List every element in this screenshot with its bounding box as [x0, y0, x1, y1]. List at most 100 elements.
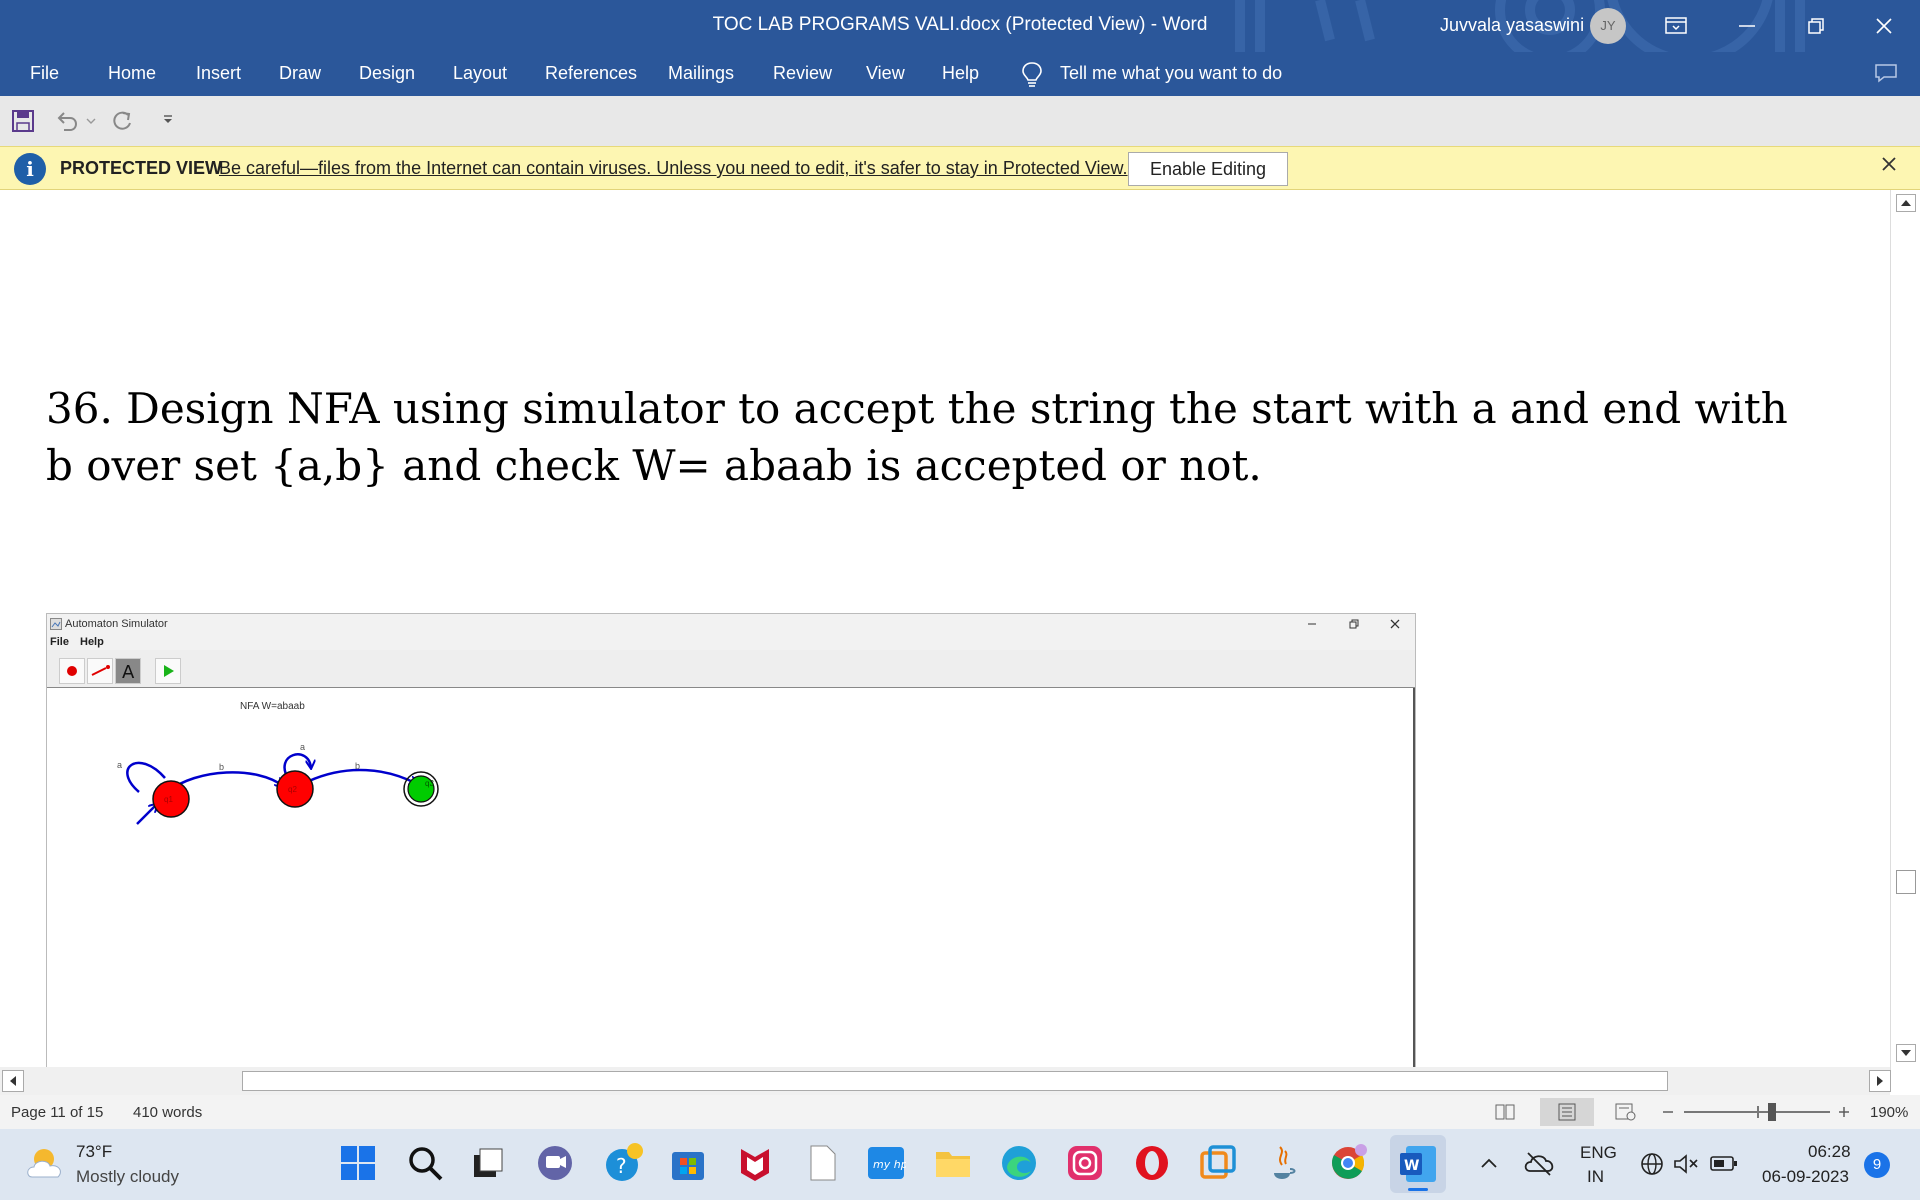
minimize-icon — [1739, 25, 1755, 27]
tab-mailings[interactable]: Mailings — [668, 63, 734, 84]
user-name[interactable]: Juvvala yasaswini — [1440, 15, 1584, 36]
protected-view-label: PROTECTED VIEW — [60, 158, 223, 178]
state-tool-icon — [67, 666, 77, 676]
tab-insert[interactable]: Insert — [196, 63, 241, 84]
notification-badge[interactable]: 9 — [1864, 1152, 1890, 1178]
horizontal-scrollbar[interactable] — [0, 1067, 1891, 1095]
state-label-q1: q1 — [164, 795, 173, 804]
simulator-toolbar: A — [47, 650, 1415, 688]
comments-icon[interactable] — [1874, 63, 1898, 83]
tab-layout[interactable]: Layout — [453, 63, 507, 84]
show-hidden-icons-icon[interactable] — [1480, 1156, 1498, 1170]
tab-help[interactable]: Help — [942, 63, 979, 84]
network-globe-icon[interactable] — [1640, 1151, 1666, 1177]
get-help-icon[interactable]: ? — [603, 1143, 643, 1183]
weather-description[interactable]: Mostly cloudy — [76, 1167, 179, 1187]
vertical-scrollbar[interactable] — [1890, 190, 1920, 1070]
restore-icon — [1349, 619, 1359, 629]
window-title: TOC LAB PROGRAMS VALI.docx (Protected Vi… — [712, 14, 1208, 35]
zoom-out-icon[interactable] — [1660, 1105, 1676, 1119]
svg-text:A: A — [122, 662, 135, 683]
ribbon-display-icon — [1665, 17, 1687, 34]
tab-draw[interactable]: Draw — [279, 63, 321, 84]
word-app-icon: W — [1400, 1146, 1436, 1182]
save-icon[interactable] — [12, 110, 34, 132]
snipping-tool-icon[interactable] — [1198, 1143, 1238, 1183]
protected-view-message[interactable]: Be careful—files from the Internet can c… — [219, 158, 1128, 179]
close-button[interactable] — [1862, 6, 1906, 46]
print-layout-button[interactable] — [1540, 1098, 1594, 1126]
ribbon-display-options-button[interactable] — [1654, 6, 1698, 46]
word-count[interactable]: 410 words — [133, 1104, 202, 1121]
scroll-up-icon[interactable] — [1896, 194, 1916, 212]
instagram-icon[interactable] — [1065, 1143, 1105, 1183]
read-mode-icon[interactable] — [1495, 1103, 1515, 1121]
tab-references[interactable]: References — [545, 63, 637, 84]
tab-home[interactable]: Home — [108, 63, 156, 84]
file-explorer-icon[interactable] — [933, 1143, 973, 1183]
text-tool: A — [115, 658, 141, 684]
chrome-browser-icon[interactable] — [1328, 1143, 1368, 1183]
svg-text:my hp: my hp — [873, 1158, 906, 1171]
tab-review[interactable]: Review — [773, 63, 832, 84]
edge-browser-icon[interactable] — [999, 1143, 1039, 1183]
undo-dropdown-icon[interactable] — [86, 118, 96, 126]
task-view-icon[interactable] — [468, 1143, 508, 1183]
simulator-title-bar: Automaton Simulator — [47, 614, 1415, 634]
clock-date[interactable]: 06-09-2023 — [1762, 1167, 1849, 1187]
customize-toolbar-icon[interactable] — [162, 114, 174, 126]
restore-button[interactable] — [1794, 6, 1838, 46]
myhp-icon[interactable]: my hp — [866, 1143, 906, 1183]
web-layout-icon[interactable] — [1615, 1103, 1637, 1121]
onedrive-offline-icon[interactable] — [1524, 1149, 1554, 1177]
horizontal-scroll-thumb[interactable] — [242, 1071, 1668, 1091]
redo-icon[interactable] — [110, 109, 134, 133]
vertical-scroll-thumb[interactable] — [1896, 870, 1916, 894]
opera-browser-icon[interactable] — [1132, 1143, 1172, 1183]
teams-chat-icon[interactable] — [535, 1143, 575, 1183]
microsoft-store-icon[interactable] — [668, 1143, 708, 1183]
document-heading: 36. Design NFA using simulator to accept… — [46, 384, 1788, 490]
zoom-in-icon[interactable] — [1836, 1105, 1852, 1119]
undo-icon[interactable] — [54, 110, 80, 132]
minimize-button[interactable] — [1725, 6, 1769, 46]
enable-editing-button[interactable]: Enable Editing — [1128, 152, 1288, 186]
windows-start-icon[interactable] — [338, 1143, 378, 1183]
simulator-screenshot: Automaton Simulator File Help A NFA W=ab — [46, 613, 1416, 1070]
document-page[interactable]: 36. Design NFA using simulator to accept… — [0, 190, 1890, 1070]
tab-file[interactable]: File — [30, 63, 59, 84]
language-region[interactable]: IN — [1587, 1167, 1604, 1187]
search-icon[interactable] — [405, 1143, 445, 1183]
word-taskbar-button[interactable]: W — [1390, 1135, 1446, 1193]
tab-design[interactable]: Design — [359, 63, 415, 84]
battery-icon[interactable] — [1710, 1155, 1738, 1173]
state-label-q2: q2 — [288, 785, 297, 794]
svg-text:W: W — [1404, 1158, 1419, 1174]
language-indicator[interactable]: ENG — [1580, 1143, 1617, 1163]
page-count[interactable]: Page 11 of 15 — [11, 1104, 103, 1121]
weather-temperature[interactable]: 73°F — [76, 1142, 112, 1162]
weather-cloudy-icon[interactable] — [24, 1143, 72, 1183]
zoom-slider-thumb[interactable] — [1768, 1103, 1776, 1121]
blank-file-icon[interactable] — [802, 1143, 842, 1183]
zoom-level[interactable]: 190% — [1870, 1104, 1908, 1121]
transition-label-q1-q2: b — [219, 762, 224, 772]
transition-label-q2-q3: b — [355, 761, 360, 771]
svg-text:?: ? — [616, 1154, 627, 1178]
close-icon[interactable] — [1880, 155, 1898, 173]
close-icon — [1390, 619, 1400, 629]
mcafee-icon[interactable] — [735, 1143, 775, 1183]
java-icon[interactable] — [1262, 1143, 1302, 1183]
clock-time[interactable]: 06:28 — [1808, 1142, 1851, 1162]
state-label-q3: q3 — [425, 779, 434, 788]
avatar[interactable]: JY — [1590, 8, 1626, 44]
volume-muted-icon[interactable] — [1672, 1152, 1700, 1176]
tab-view[interactable]: View — [866, 63, 905, 84]
scroll-left-icon[interactable] — [2, 1070, 24, 1092]
status-bar: Page 11 of 15 410 words 190% — [0, 1095, 1920, 1129]
transition-q2-q3 — [308, 768, 417, 784]
tell-me-search[interactable]: Tell me what you want to do — [1060, 63, 1282, 84]
scroll-right-icon[interactable] — [1869, 1070, 1891, 1092]
restore-icon — [1808, 18, 1824, 34]
scroll-down-icon[interactable] — [1896, 1044, 1916, 1062]
